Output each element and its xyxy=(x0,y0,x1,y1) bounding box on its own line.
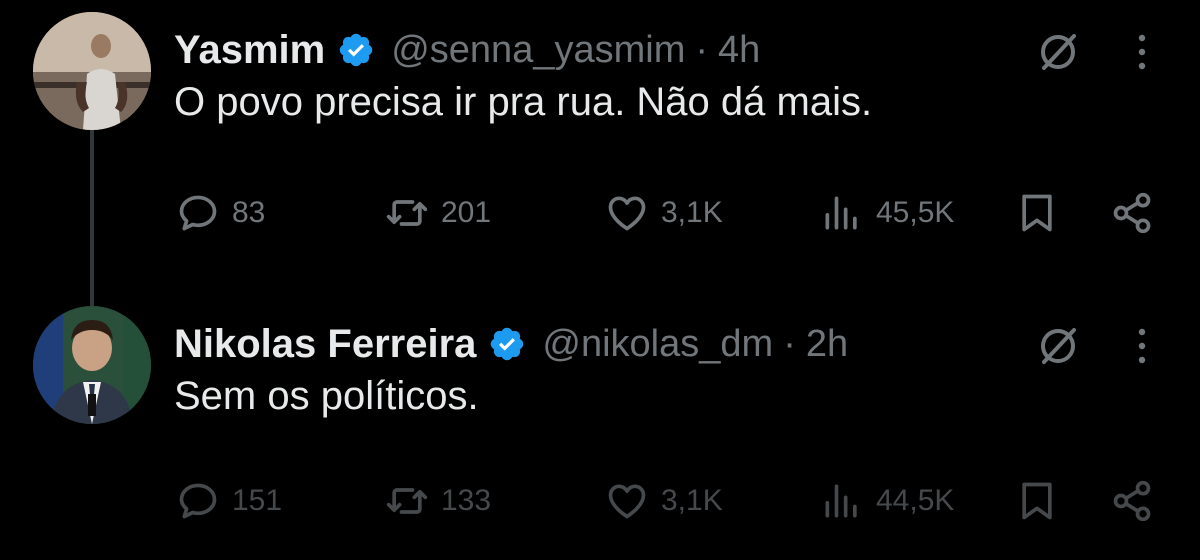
retweet-count: 133 xyxy=(441,484,492,517)
reply-button[interactable]: 83 xyxy=(176,188,265,238)
grok-icon[interactable] xyxy=(1036,30,1080,74)
views-bars-icon xyxy=(825,196,857,230)
tweet-header: Nikolas Ferreira @nikolas_dm · 2h xyxy=(174,314,848,374)
retweet-icon xyxy=(386,200,428,226)
separator-dot: · xyxy=(783,322,796,365)
reply-count: 151 xyxy=(232,484,283,517)
reply-count: 83 xyxy=(232,196,266,229)
author-handle[interactable]: @nikolas_dm xyxy=(542,323,773,366)
like-count: 3,1K xyxy=(661,484,723,517)
share-icon xyxy=(1113,480,1151,522)
tweet-actions: 151 133 3,1K 44,5K xyxy=(0,476,1200,526)
avatar[interactable] xyxy=(33,306,151,424)
verified-badge-icon xyxy=(339,33,373,67)
retweet-button[interactable]: 133 xyxy=(385,476,491,526)
tweet-text: Sem os políticos. xyxy=(174,374,479,418)
author-handle[interactable]: @senna_yasmim xyxy=(391,29,685,72)
views-count: 44,5K xyxy=(876,484,955,517)
avatar[interactable] xyxy=(33,12,151,130)
verified-badge-icon xyxy=(491,327,524,361)
more-vertical-icon[interactable] xyxy=(1132,326,1152,366)
like-button[interactable]: 3,1K xyxy=(605,188,723,238)
retweet-icon xyxy=(386,488,428,514)
heart-icon xyxy=(608,484,646,519)
reply-button[interactable]: 151 xyxy=(176,476,282,526)
more-vertical-icon[interactable] xyxy=(1132,32,1152,72)
share-icon xyxy=(1113,192,1151,234)
timestamp[interactable]: 4h xyxy=(718,29,760,72)
retweet-count: 201 xyxy=(441,196,492,229)
separator-dot: · xyxy=(695,28,709,71)
bookmark-button[interactable] xyxy=(1015,476,1059,526)
views-button[interactable]: 45,5K xyxy=(820,188,954,238)
reply-bubble-icon xyxy=(179,195,217,231)
bookmark-icon xyxy=(1022,482,1052,520)
timestamp[interactable]: 2h xyxy=(806,323,848,366)
bookmark-icon xyxy=(1022,194,1052,232)
author-name[interactable]: Nikolas Ferreira xyxy=(174,322,476,367)
tweet-text: O povo precisa ir pra rua. Não dá mais. xyxy=(174,80,873,124)
share-button[interactable] xyxy=(1110,476,1154,526)
grok-icon[interactable] xyxy=(1036,324,1080,368)
tweet-thread: Yasmim @senna_yasmim · 4h O povo precisa… xyxy=(0,0,1200,560)
heart-icon xyxy=(608,196,646,231)
reply-bubble-icon xyxy=(179,483,217,519)
tweet-header: Yasmim @senna_yasmim · 4h xyxy=(174,20,760,80)
author-name[interactable]: Yasmim xyxy=(174,28,325,73)
views-button[interactable]: 44,5K xyxy=(820,476,954,526)
bookmark-button[interactable] xyxy=(1015,188,1059,238)
views-bars-icon xyxy=(825,484,857,518)
share-button[interactable] xyxy=(1110,188,1154,238)
like-count: 3,1K xyxy=(661,196,723,229)
views-count: 45,5K xyxy=(876,196,955,229)
tweet-actions: 83 201 3,1K 45,5K xyxy=(0,188,1200,238)
like-button[interactable]: 3,1K xyxy=(605,476,723,526)
retweet-button[interactable]: 201 xyxy=(385,188,491,238)
